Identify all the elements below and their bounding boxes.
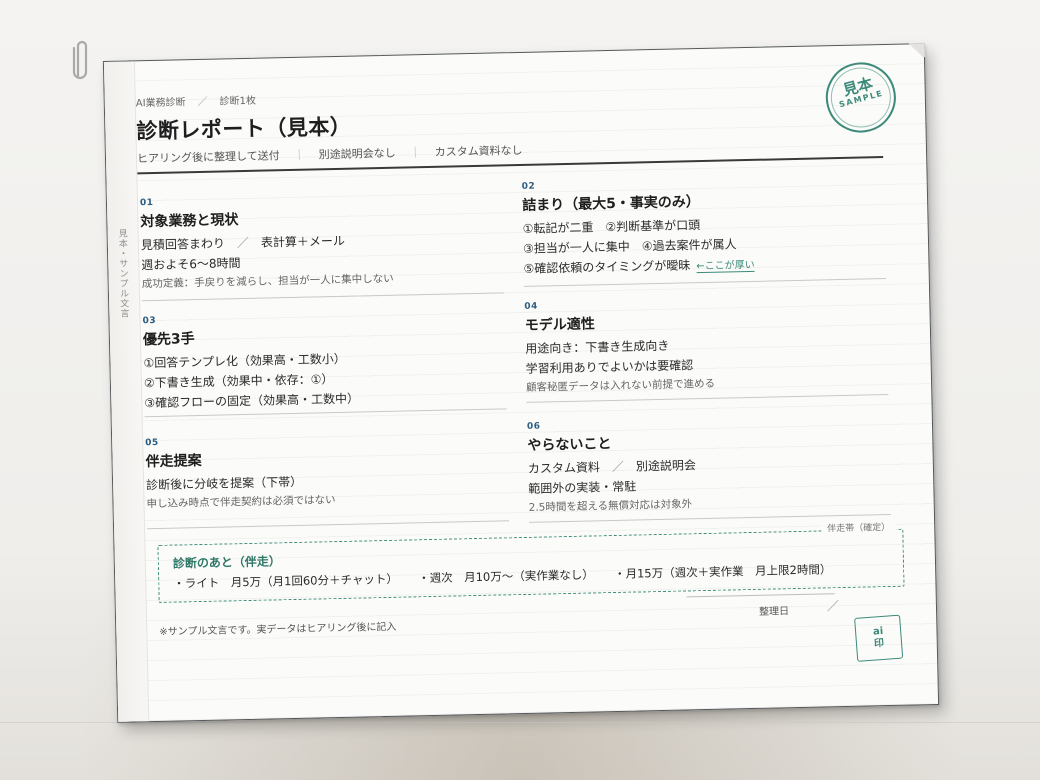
date-label: 整理日 bbox=[758, 606, 790, 618]
crumb-separator: ／ bbox=[197, 96, 208, 108]
band-label: 伴走帯（確定） bbox=[821, 519, 897, 535]
section-heading: 詰まり（最大5・事実のみ） bbox=[521, 194, 701, 214]
side-vertical-text: 見本・サンプル文言 bbox=[116, 228, 129, 319]
band-heading: 診断のあと（伴走） bbox=[172, 554, 282, 571]
subtitle-delivery: ヒアリング後に整理して送付 bbox=[136, 149, 280, 166]
ai-seal-stamp: ai 印 bbox=[854, 614, 904, 662]
highlight-tag: ←ここが厚い bbox=[696, 259, 755, 274]
section-bottlenecks: 02 詰まり（最大5・事実のみ） ①転記が二重 ②判断基準が口頭 ③担当が一人に… bbox=[521, 174, 892, 287]
subtitle-divider: ｜ bbox=[409, 146, 421, 160]
section-heading: 伴走提案 bbox=[145, 452, 202, 471]
section-heading: 優先3手 bbox=[142, 331, 195, 349]
inline-separator: ／ bbox=[236, 235, 250, 251]
section-support-proposal: 05 伴走提案 診断後に分岐を提案（下帯） 申し込み時点で伴走契約は必須ではない bbox=[145, 430, 515, 530]
section-out-of-scope: 06 やらないこと カスタム資料／別途説明会 範囲外の実装・常駐 2.5時間を超… bbox=[527, 414, 897, 523]
section-current-state: 01 対象業務と現状 見積回答まわり／表計算＋メール 週およそ6〜8時間 成功定… bbox=[140, 190, 510, 302]
plan-monthly-15: ・月15万（週次＋実作業 月上限2時間） bbox=[613, 562, 832, 582]
crumb-page: 診断1枚 bbox=[219, 95, 257, 108]
paperclip-icon bbox=[72, 40, 88, 80]
section-model-fit: 04 モデル適性 用途向き：下書き生成向き 学習利用ありでよいかは要確認 顧客秘… bbox=[524, 294, 894, 403]
desk-edge bbox=[0, 722, 1040, 723]
date-slash: ／ bbox=[826, 599, 840, 614]
section-priorities: 03 優先3手 ①回答テンプレ化（効果高・工数小） ②下書き生成（効果中・依存：… bbox=[142, 308, 512, 418]
scope-text: 見積回答まわり bbox=[140, 236, 226, 253]
section-heading: モデル適性 bbox=[524, 316, 595, 334]
plan-light: ・ライト 月5万（月1回60分＋チャット） bbox=[173, 571, 393, 591]
plan-weekly: ・週次 月10万〜（実作業なし） bbox=[417, 567, 589, 586]
subtitle-divider: ｜ bbox=[293, 148, 305, 162]
excluded-materials: カスタム資料 bbox=[527, 460, 601, 476]
report-sheet: 見本・サンプル文言 AI業務診断／診断1枚 診断レポート（見本） ヒアリング後に… bbox=[102, 43, 940, 723]
section-heading: 対象業務と現状 bbox=[140, 212, 239, 231]
subtitle-no-custom: カスタム資料なし bbox=[434, 143, 523, 159]
crumb-service: AI業務診断 bbox=[135, 97, 186, 110]
excluded-briefing: 別途説明会 bbox=[635, 458, 697, 474]
section-heading: やらないこと bbox=[527, 436, 612, 454]
corner-fold bbox=[906, 43, 925, 58]
bottleneck-5: ⑤確認依頼のタイミングが曖昧 bbox=[523, 258, 691, 276]
subtitle-no-briefing: 別途説明会なし bbox=[318, 146, 396, 162]
inline-separator: ／ bbox=[611, 459, 625, 475]
seal-line-2: 印 bbox=[873, 637, 885, 650]
tools-text: 表計算＋メール bbox=[260, 233, 346, 250]
